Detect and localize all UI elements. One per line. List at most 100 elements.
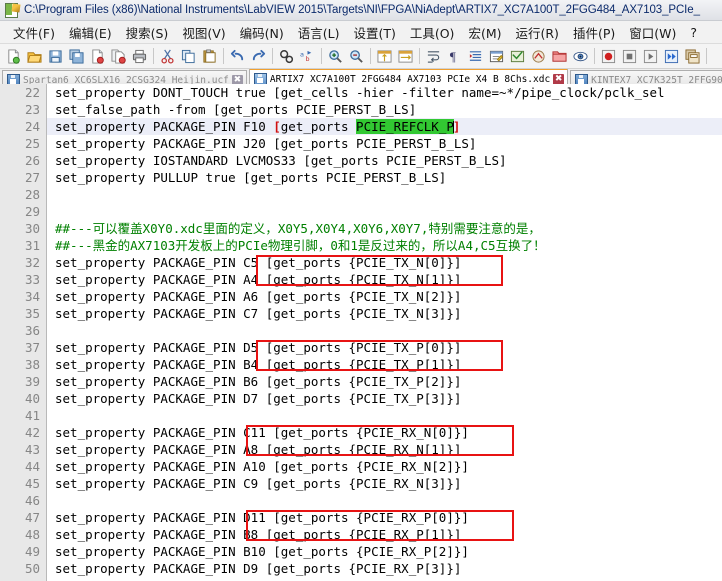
indent-guide-icon[interactable]: [465, 46, 486, 67]
code-line[interactable]: set_property PACKAGE_PIN D7 [get_ports {…: [47, 390, 722, 407]
line-number: 29: [0, 203, 46, 220]
line-number: 45: [0, 475, 46, 492]
line-number: 46: [0, 492, 46, 509]
code-line[interactable]: ##---可以覆盖X0Y0.xdc里面的定义，X0Y5,X0Y4,X0Y6,X0…: [47, 220, 722, 237]
code-line[interactable]: set_property PACKAGE_PIN B10 [get_ports …: [47, 543, 722, 560]
menu-search[interactable]: 搜索(S): [119, 21, 176, 44]
playback-macro-icon[interactable]: [640, 46, 661, 67]
undo-icon[interactable]: [227, 46, 248, 67]
line-number: 37: [0, 339, 46, 356]
code-line[interactable]: set_property PACKAGE_PIN D9 [get_ports {…: [47, 560, 722, 577]
code-line[interactable]: set_property PACKAGE_PIN A6 [get_ports {…: [47, 288, 722, 305]
line-number: 31: [0, 237, 46, 254]
line-number: 25: [0, 135, 46, 152]
code-line[interactable]: set_property PACKAGE_PIN D5 [get_ports {…: [47, 339, 722, 356]
title-bar: C:\Program Files (x86)\National Instrume…: [0, 0, 722, 21]
document-map-icon[interactable]: [570, 46, 591, 67]
new-file-icon[interactable]: [3, 46, 24, 67]
zoom-out-icon[interactable]: [346, 46, 367, 67]
code-line[interactable]: set_property PACKAGE_PIN C7 [get_ports {…: [47, 305, 722, 322]
paste-icon[interactable]: [199, 46, 220, 67]
save-macro-icon[interactable]: [682, 46, 703, 67]
toolbar-separator: [706, 48, 707, 64]
code-line[interactable]: [47, 322, 722, 339]
line-number: 43: [0, 441, 46, 458]
code-line[interactable]: set_property PULLUP true [get_ports PCIE…: [47, 169, 722, 186]
code-line[interactable]: set_property PACKAGE_PIN C11 [get_ports …: [47, 424, 722, 441]
sync-vertical-scroll-icon[interactable]: [374, 46, 395, 67]
code-line[interactable]: [47, 407, 722, 424]
line-number: 24: [0, 118, 46, 135]
menu-plugins[interactable]: 插件(P): [566, 21, 622, 44]
line-number: 35: [0, 305, 46, 322]
code-line[interactable]: set_property PACKAGE_PIN F10 [get_ports …: [47, 118, 722, 135]
menu-settings[interactable]: 设置(T): [346, 21, 402, 44]
code-line[interactable]: set_property PACKAGE_PIN B8 [get_ports {…: [47, 526, 722, 543]
code-line[interactable]: set_property PACKAGE_PIN B6 [get_ports {…: [47, 373, 722, 390]
line-number: 44: [0, 458, 46, 475]
code-line[interactable]: set_property PACKAGE_PIN A4 [get_ports {…: [47, 271, 722, 288]
line-number: 47: [0, 509, 46, 526]
code-line[interactable]: [47, 203, 722, 220]
show-all-chars-icon[interactable]: ¶: [444, 46, 465, 67]
save-all-icon[interactable]: [66, 46, 87, 67]
toolbar-separator: [594, 48, 595, 64]
open-file-icon[interactable]: [24, 46, 45, 67]
zoom-in-icon[interactable]: [325, 46, 346, 67]
toolbar-separator: [272, 48, 273, 64]
code-line[interactable]: set_property PACKAGE_PIN A10 [get_ports …: [47, 458, 722, 475]
folder-as-workspace-icon[interactable]: [549, 46, 570, 67]
code-line[interactable]: set_property IOSTANDARD LVCMOS33 [get_po…: [47, 152, 722, 169]
line-number: 51: [0, 577, 46, 581]
line-number: 36: [0, 322, 46, 339]
line-number: 38: [0, 356, 46, 373]
cut-icon[interactable]: [157, 46, 178, 67]
find-icon[interactable]: [276, 46, 297, 67]
code-line[interactable]: set_property PACKAGE_PIN D11 [get_ports …: [47, 509, 722, 526]
record-macro-icon[interactable]: [598, 46, 619, 67]
code-line[interactable]: [47, 186, 722, 203]
sync-horizontal-scroll-icon[interactable]: [395, 46, 416, 67]
close-file-icon[interactable]: [87, 46, 108, 67]
menu-run[interactable]: 运行(R): [508, 21, 565, 44]
line-number: 28: [0, 186, 46, 203]
show-eol-icon[interactable]: [528, 46, 549, 67]
code-line[interactable]: [47, 492, 722, 509]
close-all-icon[interactable]: [108, 46, 129, 67]
svg-text:b: b: [306, 55, 310, 63]
line-number: 34: [0, 288, 46, 305]
code-line[interactable]: set_property PACKAGE_PIN A8 [get_ports {…: [47, 441, 722, 458]
code-line[interactable]: set_property PACKAGE_PIN C9 [get_ports {…: [47, 475, 722, 492]
menu-macro[interactable]: 宏(M): [461, 21, 508, 44]
menu-edit[interactable]: 编辑(E): [62, 21, 119, 44]
save-icon[interactable]: [45, 46, 66, 67]
code-line[interactable]: set_property PACKAGE_PIN C5 [get_ports {…: [47, 254, 722, 271]
word-wrap-icon[interactable]: [423, 46, 444, 67]
code-line[interactable]: [47, 577, 722, 581]
code-line[interactable]: set_property PACKAGE_PIN B4 [get_ports {…: [47, 356, 722, 373]
code-line[interactable]: ##---黑金的AX7103开发板上的PCIe物理引脚，0和1是反过来的，所以A…: [47, 237, 722, 254]
menu-tools[interactable]: 工具(O): [403, 21, 462, 44]
code-content[interactable]: set_property DONT_TOUCH true [get_cells …: [47, 84, 722, 581]
menu-help[interactable]: ?: [683, 23, 704, 42]
menu-window[interactable]: 窗口(W): [622, 21, 683, 44]
menu-file[interactable]: 文件(F): [6, 21, 62, 44]
code-line[interactable]: set_property DONT_TOUCH true [get_cells …: [47, 84, 722, 101]
copy-icon[interactable]: [178, 46, 199, 67]
notepadplusplus-icon: [5, 3, 19, 17]
code-line[interactable]: set_false_path -from [get_ports PCIE_PER…: [47, 101, 722, 118]
stop-macro-icon[interactable]: [619, 46, 640, 67]
menu-view[interactable]: 视图(V): [175, 21, 232, 44]
redo-icon[interactable]: [248, 46, 269, 67]
show-whitespace-icon[interactable]: [507, 46, 528, 67]
replace-icon[interactable]: ab: [297, 46, 318, 67]
menu-encoding[interactable]: 编码(N): [233, 21, 291, 44]
svg-text:¶: ¶: [450, 49, 456, 64]
line-number: 49: [0, 543, 46, 560]
user-defined-dialog-icon[interactable]: [486, 46, 507, 67]
code-line[interactable]: set_property PACKAGE_PIN J20 [get_ports …: [47, 135, 722, 152]
menu-language[interactable]: 语言(L): [291, 21, 347, 44]
run-macro-multiple-icon[interactable]: [661, 46, 682, 67]
editor-area[interactable]: 2223242526272829303132333435363738394041…: [0, 84, 722, 581]
print-icon[interactable]: [129, 46, 150, 67]
